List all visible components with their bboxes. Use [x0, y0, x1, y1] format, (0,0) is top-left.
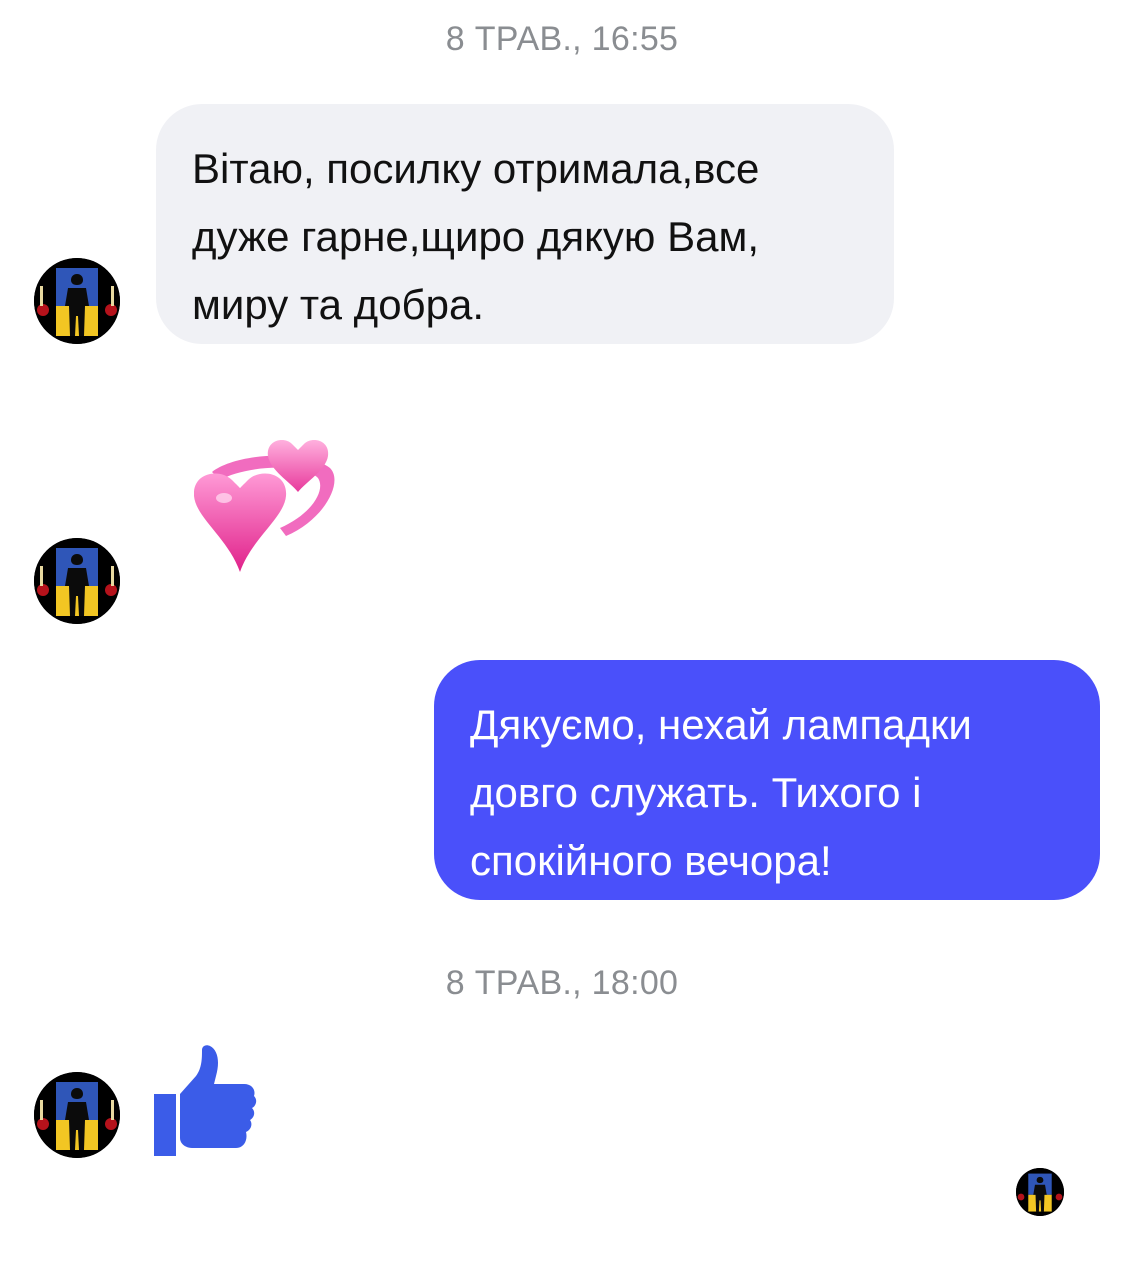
timestamp: 8 ТРАВ., 18:00	[445, 964, 679, 1002]
thumbs-up-icon[interactable]	[152, 1044, 258, 1158]
timestamp: 8 ТРАВ., 16:55	[445, 20, 679, 58]
contact-avatar[interactable]	[34, 1072, 120, 1158]
message-text: Вітаю, посилку отримала,все дуже гарне,щ…	[192, 145, 760, 328]
contact-avatar[interactable]	[34, 258, 120, 344]
contact-avatar[interactable]	[34, 538, 120, 624]
message-text: Дякуємо, нехай лампадки довго служать. Т…	[470, 701, 972, 884]
outgoing-message-bubble[interactable]: Дякуємо, нехай лампадки довго служать. Т…	[434, 660, 1100, 900]
read-receipt-avatar	[1016, 1168, 1064, 1216]
incoming-message-bubble[interactable]: Вітаю, посилку отримала,все дуже гарне,щ…	[156, 104, 894, 344]
revolving-hearts-icon[interactable]	[193, 432, 342, 580]
